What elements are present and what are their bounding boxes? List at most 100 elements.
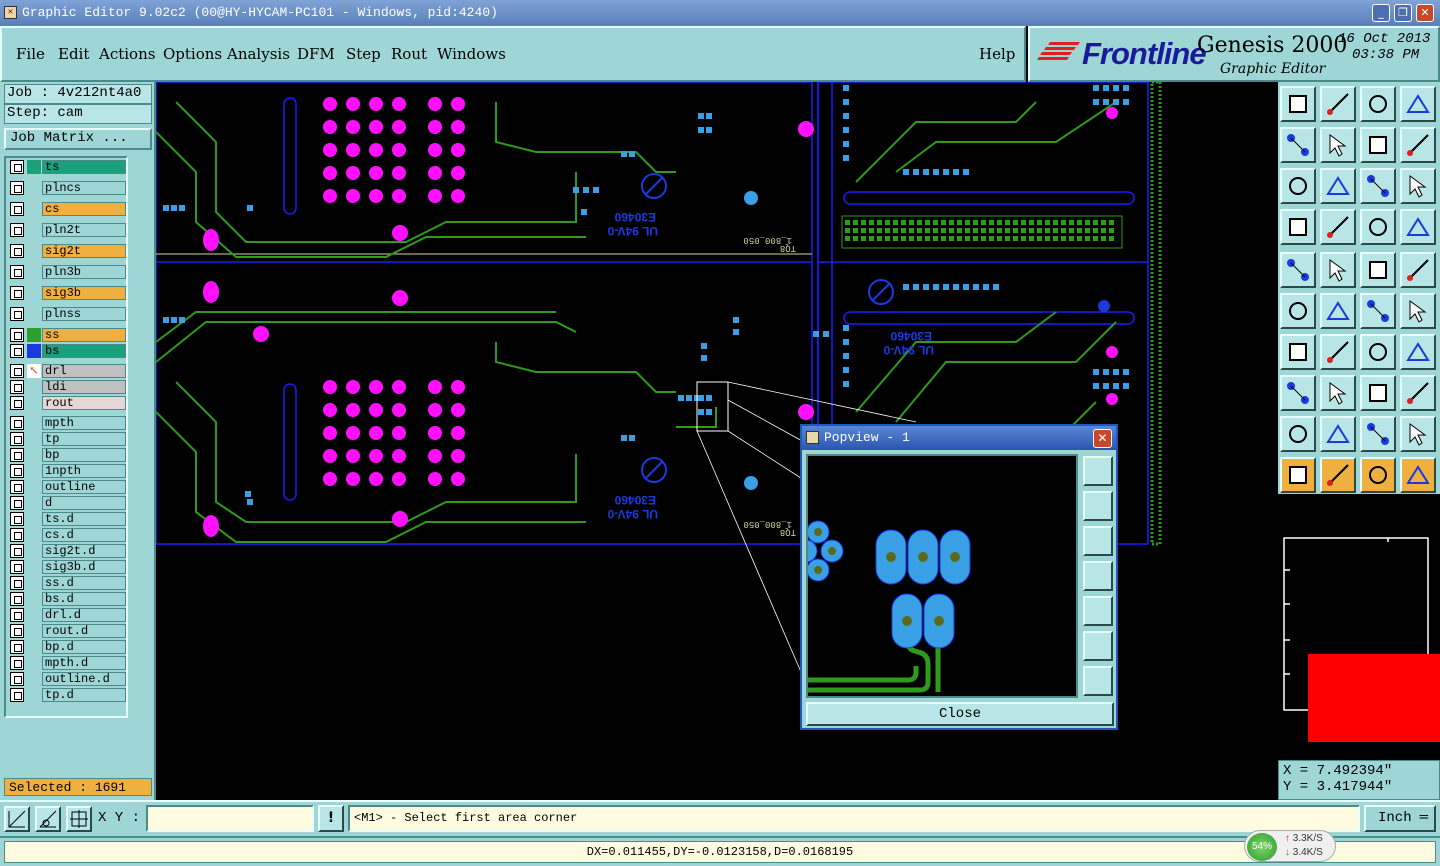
command-button[interactable]: !	[318, 805, 344, 832]
layer-checkbox[interactable]	[10, 608, 24, 622]
measure-line-icon[interactable]	[1320, 375, 1356, 411]
menu-rout[interactable]: Rout	[391, 45, 427, 63]
zoom-fit-icon[interactable]	[1280, 168, 1316, 204]
layer-checkbox[interactable]	[10, 688, 24, 702]
layer-name[interactable]: sig2t.d	[42, 544, 126, 558]
slope-icon[interactable]	[1320, 334, 1356, 370]
layer-row-sig2t[interactable]: sig2t	[10, 244, 126, 258]
layer-checkbox[interactable]	[10, 202, 24, 216]
layer-checkbox[interactable]	[10, 344, 24, 358]
popview-tool-zoom-home-icon[interactable]	[1083, 456, 1113, 486]
layer-color-swatch[interactable]	[27, 160, 41, 174]
menu-windows[interactable]: Windows	[437, 45, 506, 63]
layer-row-1npth[interactable]: 1npth	[10, 464, 126, 478]
layer-color-swatch[interactable]	[27, 328, 41, 342]
layer-row-drl[interactable]: ↖ drl	[10, 364, 126, 378]
network-monitor-widget[interactable]: 54% ↑ 3.3K/S ↓ 3.4K/S	[1244, 830, 1336, 862]
layer-name[interactable]: rout.d	[42, 624, 126, 638]
layer-name[interactable]: ldi	[42, 380, 126, 394]
layer-name[interactable]: drl	[42, 364, 126, 378]
layer-checkbox[interactable]	[10, 624, 24, 638]
ruler-icon[interactable]	[1360, 252, 1396, 288]
layer-row-drl-d[interactable]: drl.d	[10, 608, 126, 622]
layer-name[interactable]: drl.d	[42, 608, 126, 622]
layer-checkbox[interactable]	[10, 364, 24, 378]
layer-row-sig3b-d[interactable]: sig3b.d	[10, 560, 126, 574]
popview-tool-pan-up-icon[interactable]	[1083, 491, 1113, 521]
layer-name[interactable]: ts	[42, 160, 126, 174]
layer-name[interactable]: cs.d	[42, 528, 126, 542]
restore-button[interactable]: ❐	[1394, 4, 1412, 22]
layer-row-outline-d[interactable]: outline.d	[10, 672, 126, 686]
layer-row-pln3b[interactable]: pln3b	[10, 265, 126, 279]
zoom-1to2-icon[interactable]	[1360, 168, 1396, 204]
layer-color-swatch[interactable]	[27, 344, 41, 358]
layer-name[interactable]: sig3b.d	[42, 560, 126, 574]
layer-name[interactable]: outline.d	[42, 672, 126, 686]
cut-icon[interactable]	[1280, 375, 1316, 411]
layer-row-tp[interactable]: tp	[10, 432, 126, 446]
popview-close-button[interactable]: Close	[806, 702, 1114, 726]
layer-name[interactable]: sig2t	[42, 244, 126, 258]
move-node-icon[interactable]	[1280, 293, 1316, 329]
layer-color-swatch[interactable]: ↖	[27, 364, 41, 378]
distance-icon[interactable]	[1360, 375, 1396, 411]
layer-checkbox[interactable]	[10, 307, 24, 321]
layer-name[interactable]: tp	[42, 432, 126, 446]
layer-checkbox[interactable]	[10, 544, 24, 558]
pan-right-icon[interactable]	[1320, 127, 1356, 163]
menu-analysis[interactable]: Analysis	[227, 45, 290, 63]
layer-checkbox[interactable]	[10, 416, 24, 430]
peak-icon[interactable]	[1320, 416, 1356, 452]
measure-point-icon[interactable]	[1320, 209, 1356, 245]
angle-icon[interactable]	[1280, 334, 1316, 370]
pad-add-icon[interactable]	[1400, 252, 1436, 288]
layer-checkbox[interactable]	[10, 223, 24, 237]
layer-name[interactable]: 1npth	[42, 464, 126, 478]
popview-tool-zoom-out-icon[interactable]	[1083, 666, 1113, 696]
menu-help[interactable]: Help	[979, 45, 1015, 63]
layer-checkbox[interactable]	[10, 464, 24, 478]
home-icon[interactable]	[1360, 86, 1396, 122]
help-query-icon[interactable]	[1400, 168, 1436, 204]
layer-checkbox[interactable]	[10, 480, 24, 494]
view-top-icon[interactable]	[1280, 86, 1316, 122]
menu-step[interactable]: Step	[346, 45, 381, 63]
layer-row-sig2t-d[interactable]: sig2t.d	[10, 544, 126, 558]
snap-mode-icon[interactable]	[4, 806, 30, 832]
layer-name[interactable]: ts.d	[42, 512, 126, 526]
attribute-info-icon[interactable]	[1400, 209, 1436, 245]
triangle-icon[interactable]	[1280, 416, 1316, 452]
layer-checkbox[interactable]	[10, 432, 24, 446]
layer-checkbox[interactable]	[10, 512, 24, 526]
layer-row-rout-d[interactable]: rout.d	[10, 624, 126, 638]
layer-checkbox[interactable]	[10, 592, 24, 606]
layer-name[interactable]: ss.d	[42, 576, 126, 590]
layer-row-ts-d[interactable]: ts.d	[10, 512, 126, 526]
layer-row-rout[interactable]: rout	[10, 396, 126, 410]
copy-icon[interactable]	[1400, 375, 1436, 411]
popview-tool-pan-left-icon[interactable]	[1083, 561, 1113, 591]
layer-row-bp-d[interactable]: bp.d	[10, 640, 126, 654]
layer-row-bs[interactable]: bs	[10, 344, 126, 358]
popview-tool-zoom-in-icon[interactable]	[1083, 631, 1113, 661]
layer-name[interactable]: plnss	[42, 307, 126, 321]
layer-row-ts[interactable]: ts	[10, 160, 126, 174]
layer-name[interactable]: pln2t	[42, 223, 126, 237]
popview-close-icon[interactable]: ✕	[1093, 429, 1112, 448]
select-lasso-icon[interactable]	[1360, 457, 1396, 493]
layer-checkbox[interactable]	[10, 656, 24, 670]
mirror-icon[interactable]	[1360, 127, 1396, 163]
layer-row-sig3b[interactable]: sig3b	[10, 286, 126, 300]
layer-name[interactable]: mpth.d	[42, 656, 126, 670]
layer-row-ss[interactable]: ss	[10, 328, 126, 342]
layer-row-bs-d[interactable]: bs.d	[10, 592, 126, 606]
feature-info-icon[interactable]	[1360, 209, 1396, 245]
popview-canvas[interactable]	[806, 454, 1078, 698]
layer-checkbox[interactable]	[10, 528, 24, 542]
layer-row-mpth-d[interactable]: mpth.d	[10, 656, 126, 670]
view-bottom-icon[interactable]	[1320, 86, 1356, 122]
delete-node-icon[interactable]	[1320, 293, 1356, 329]
zoom-center-icon[interactable]	[1320, 168, 1356, 204]
add-arc-icon[interactable]	[1360, 293, 1396, 329]
